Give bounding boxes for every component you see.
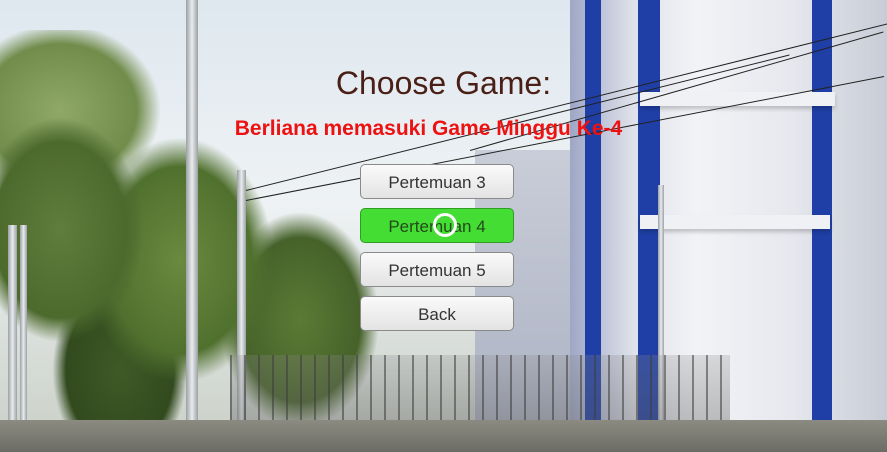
menu-title: Choose Game: (335, 65, 552, 101)
street-pole (20, 225, 27, 452)
pertemuan-5-button[interactable]: Pertemuan 5 (360, 252, 514, 287)
building-ledge (640, 215, 830, 229)
pertemuan-4-button[interactable]: Pertemuan 4 (360, 208, 514, 243)
street-pole (8, 225, 17, 452)
status-message: Berliana memasuki Game Minggu Ke-4 (234, 117, 623, 140)
pertemuan-3-button[interactable]: Pertemuan 3 (360, 164, 514, 199)
back-button[interactable]: Back (360, 296, 514, 331)
ground (0, 420, 887, 452)
